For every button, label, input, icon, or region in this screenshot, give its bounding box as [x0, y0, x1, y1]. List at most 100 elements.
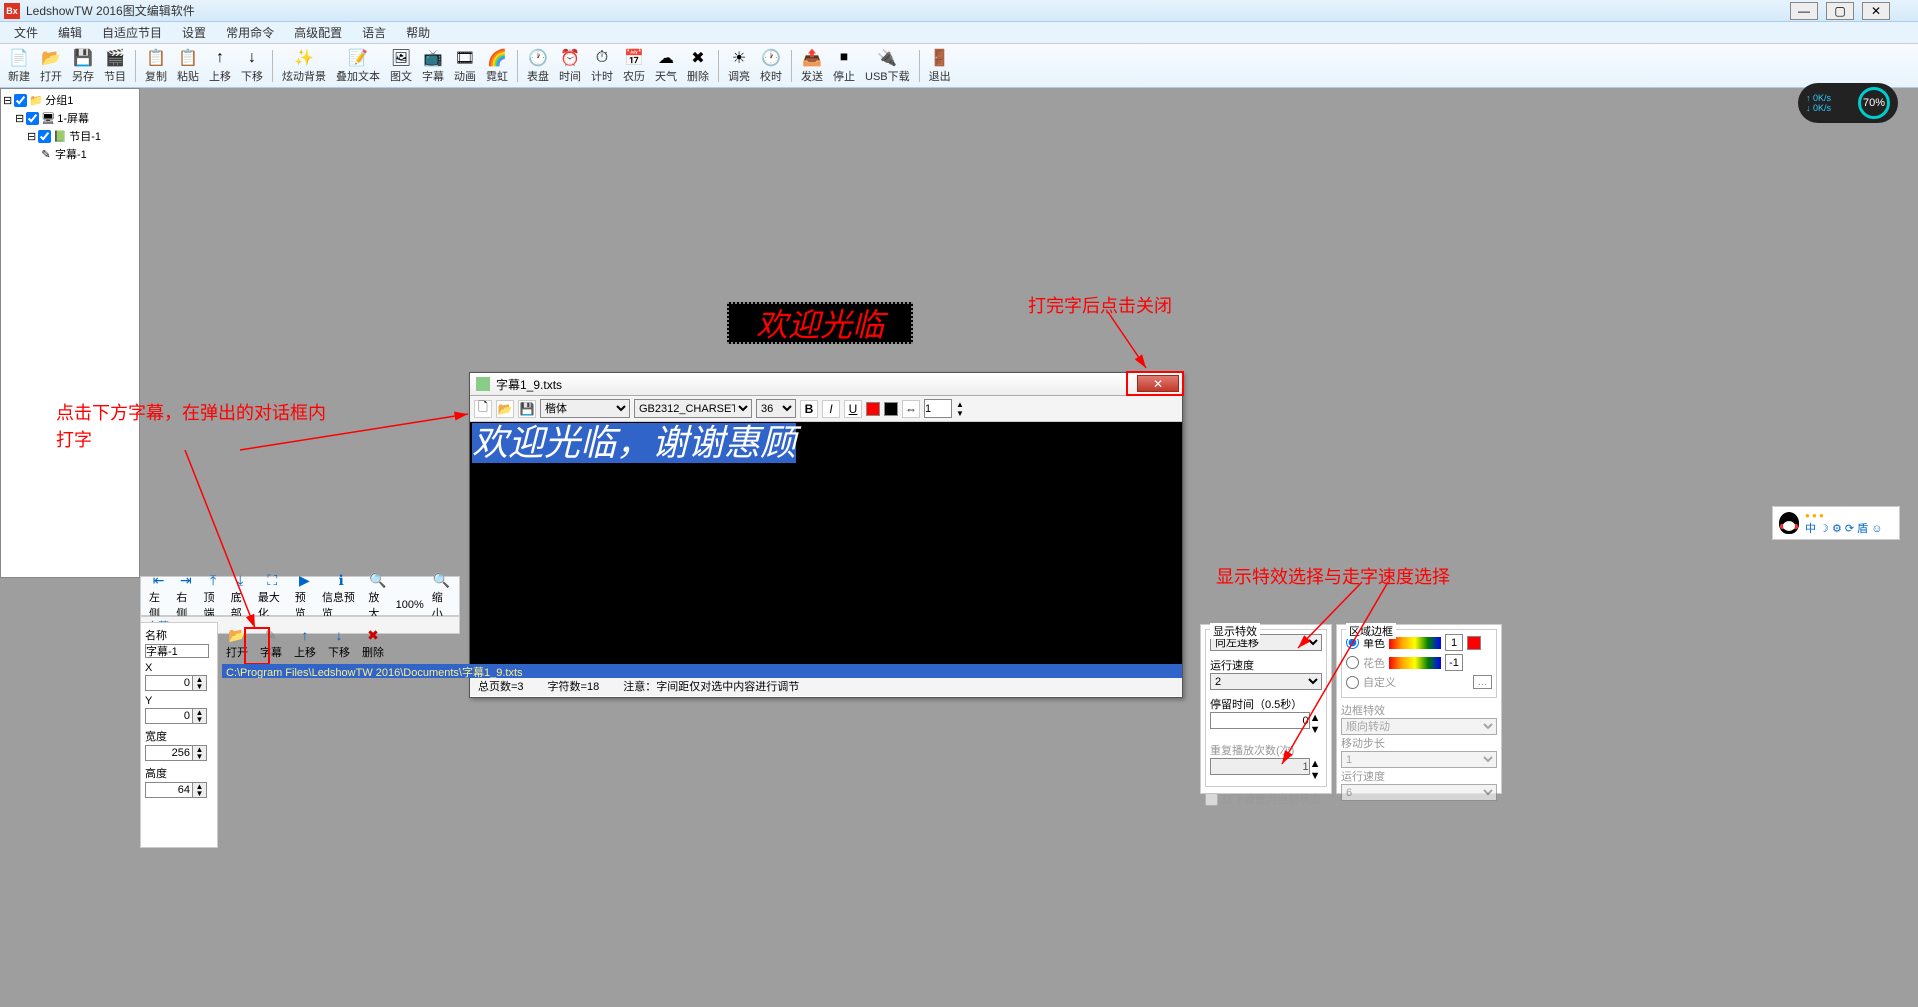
led-preview[interactable]: 欢迎光临: [727, 302, 913, 344]
maximize-button[interactable]: ▢: [1826, 2, 1854, 20]
menu-帮助[interactable]: 帮助: [396, 22, 440, 43]
tb-另存[interactable]: 💾另存: [68, 47, 98, 85]
act-删除[interactable]: ✖删除: [358, 626, 388, 666]
tree-cb-screen[interactable]: [26, 112, 39, 125]
mid-最大化[interactable]: ⛶最大化: [254, 570, 291, 622]
tb-表盘[interactable]: 🕐表盘: [523, 47, 553, 85]
act-字幕[interactable]: ✎字幕: [256, 626, 286, 666]
mid-信息预览[interactable]: ℹ信息预览: [318, 570, 364, 622]
prop-name-input[interactable]: [145, 644, 209, 658]
tree-program[interactable]: 节目-1: [69, 128, 101, 144]
menu-高级配置[interactable]: 高级配置: [284, 22, 352, 43]
spacing-down[interactable]: ▼: [956, 409, 970, 418]
spacing-icon[interactable]: ⇔: [902, 400, 920, 418]
mid-预览[interactable]: ▶预览: [291, 570, 318, 622]
ed-new-button[interactable]: 🗋: [474, 400, 492, 418]
project-tree[interactable]: ⊟📁分组1 ⊟🖥1-屏幕 ⊟📗节目-1 ✎字幕-1: [0, 88, 140, 578]
tb-删除[interactable]: ✖删除: [683, 47, 713, 85]
editor-close-button[interactable]: ✕: [1137, 375, 1179, 392]
spacing-up[interactable]: ▲: [956, 400, 970, 409]
fontsize-select[interactable]: 36: [756, 399, 796, 418]
tb-校时[interactable]: 🕐校时: [756, 47, 786, 85]
tree-subtitle[interactable]: 字幕-1: [55, 146, 87, 162]
mid-100%[interactable]: 100%: [392, 580, 428, 612]
tb-发送[interactable]: 📤发送: [797, 47, 827, 85]
tb-动画[interactable]: 🎞动画: [450, 47, 480, 85]
ed-open-button[interactable]: 📂: [496, 400, 514, 418]
mid-底部[interactable]: ⤓底部: [227, 570, 254, 622]
tb-粘贴[interactable]: 📋粘贴: [173, 47, 203, 85]
tb-时间[interactable]: ⏰时间: [555, 47, 585, 85]
menu-文件[interactable]: 文件: [4, 22, 48, 43]
prop-name-label: 名称: [145, 627, 213, 643]
tb-字幕[interactable]: 📺字幕: [418, 47, 448, 85]
underline-button[interactable]: U: [844, 400, 862, 418]
tree-group[interactable]: 分组1: [45, 92, 73, 108]
file-list-item[interactable]: C:\Program Files\LedshowTW 2016\Document…: [222, 664, 1182, 678]
mid-顶端[interactable]: ⤒顶端: [199, 570, 226, 622]
charset-select[interactable]: GB2312_CHARSET: [634, 399, 752, 418]
border-flower-radio[interactable]: [1346, 656, 1359, 669]
tb-停止[interactable]: ⏹停止: [829, 47, 859, 85]
tb-节目[interactable]: 🎬节目: [100, 47, 130, 85]
spacing-input[interactable]: [924, 399, 952, 418]
tree-cb-program[interactable]: [38, 130, 51, 143]
menu-语言[interactable]: 语言: [352, 22, 396, 43]
speed-select[interactable]: 2: [1210, 673, 1322, 690]
border-color-swatch[interactable]: [1467, 636, 1481, 650]
border-val2[interactable]: [1445, 654, 1463, 671]
tb-霓虹[interactable]: 🌈霓虹: [482, 47, 512, 85]
editor-titlebar[interactable]: 字幕1_9.txts ✕: [470, 373, 1182, 396]
tb-新建[interactable]: 📄新建: [4, 47, 34, 85]
tb-USB下载[interactable]: 🔌USB下载: [861, 47, 914, 85]
minimize-button[interactable]: —: [1790, 2, 1818, 20]
prop-x-input[interactable]: [145, 675, 193, 691]
bold-button[interactable]: B: [800, 400, 818, 418]
colorbar-1[interactable]: [1389, 637, 1441, 649]
tb-图文[interactable]: 🖼图文: [386, 47, 416, 85]
font-select[interactable]: 楷体: [540, 399, 630, 418]
act-下移[interactable]: ↓下移: [324, 626, 354, 666]
italic-button[interactable]: I: [822, 400, 840, 418]
prop-y-input[interactable]: [145, 708, 193, 724]
border-val1[interactable]: [1445, 634, 1463, 651]
mid-右侧[interactable]: ⇥右侧: [172, 570, 199, 622]
prop-w-input[interactable]: [145, 745, 193, 761]
tree-screen[interactable]: 1-屏幕: [57, 110, 89, 126]
tb-退出[interactable]: 🚪退出: [925, 47, 955, 85]
tb-叠加文本[interactable]: 📝叠加文本: [332, 47, 384, 85]
ellipsis-button[interactable]: ...: [1473, 675, 1492, 689]
fgcolor-swatch[interactable]: [866, 402, 880, 416]
tb-炫动背景[interactable]: ✨炫动背景: [278, 47, 330, 85]
mid-左侧[interactable]: ⇤左侧: [145, 570, 172, 622]
prop-h-input[interactable]: [145, 782, 193, 798]
tb-农历[interactable]: 📅农历: [619, 47, 649, 85]
tb-上移[interactable]: ↑上移: [205, 47, 235, 85]
stay-input[interactable]: [1210, 712, 1310, 729]
tree-cb-group[interactable]: [14, 94, 27, 107]
tb-打开[interactable]: 📂打开: [36, 47, 66, 85]
mid-缩小[interactable]: 🔍缩小: [428, 570, 455, 622]
menu-编辑[interactable]: 编辑: [48, 22, 92, 43]
menu-常用命令[interactable]: 常用命令: [216, 22, 284, 43]
tb-下移[interactable]: ↓下移: [237, 47, 267, 85]
network-widget[interactable]: ↑ 0K/s ↓ 0K/s 70%: [1798, 83, 1898, 123]
border-custom-radio[interactable]: [1346, 676, 1359, 689]
led-preview-text: 欢迎光临: [756, 300, 884, 346]
colorbar-2[interactable]: [1389, 657, 1441, 669]
editor-text-selection[interactable]: 欢迎光临，谢谢惠顾: [472, 423, 796, 463]
menu-自适应节目[interactable]: 自适应节目: [92, 22, 172, 43]
ed-save-button[interactable]: 💾: [518, 400, 536, 418]
qq-widget[interactable]: ● ● ● 中 ☽ ⚙ ⟳ 盾 ☺: [1772, 506, 1900, 540]
tb-复制[interactable]: 📋复制: [141, 47, 171, 85]
act-打开[interactable]: 📂打开: [222, 626, 252, 666]
editor-content[interactable]: 欢迎光临，谢谢惠顾: [470, 422, 1182, 674]
bgcolor-swatch[interactable]: [884, 402, 898, 416]
close-button[interactable]: ✕: [1862, 2, 1890, 20]
tb-调亮[interactable]: ☀调亮: [724, 47, 754, 85]
tb-计时[interactable]: ⏱计时: [587, 47, 617, 85]
act-上移[interactable]: ↑上移: [290, 626, 320, 666]
tb-天气[interactable]: ☁天气: [651, 47, 681, 85]
menu-设置[interactable]: 设置: [172, 22, 216, 43]
mid-放大[interactable]: 🔍放大: [364, 570, 391, 622]
